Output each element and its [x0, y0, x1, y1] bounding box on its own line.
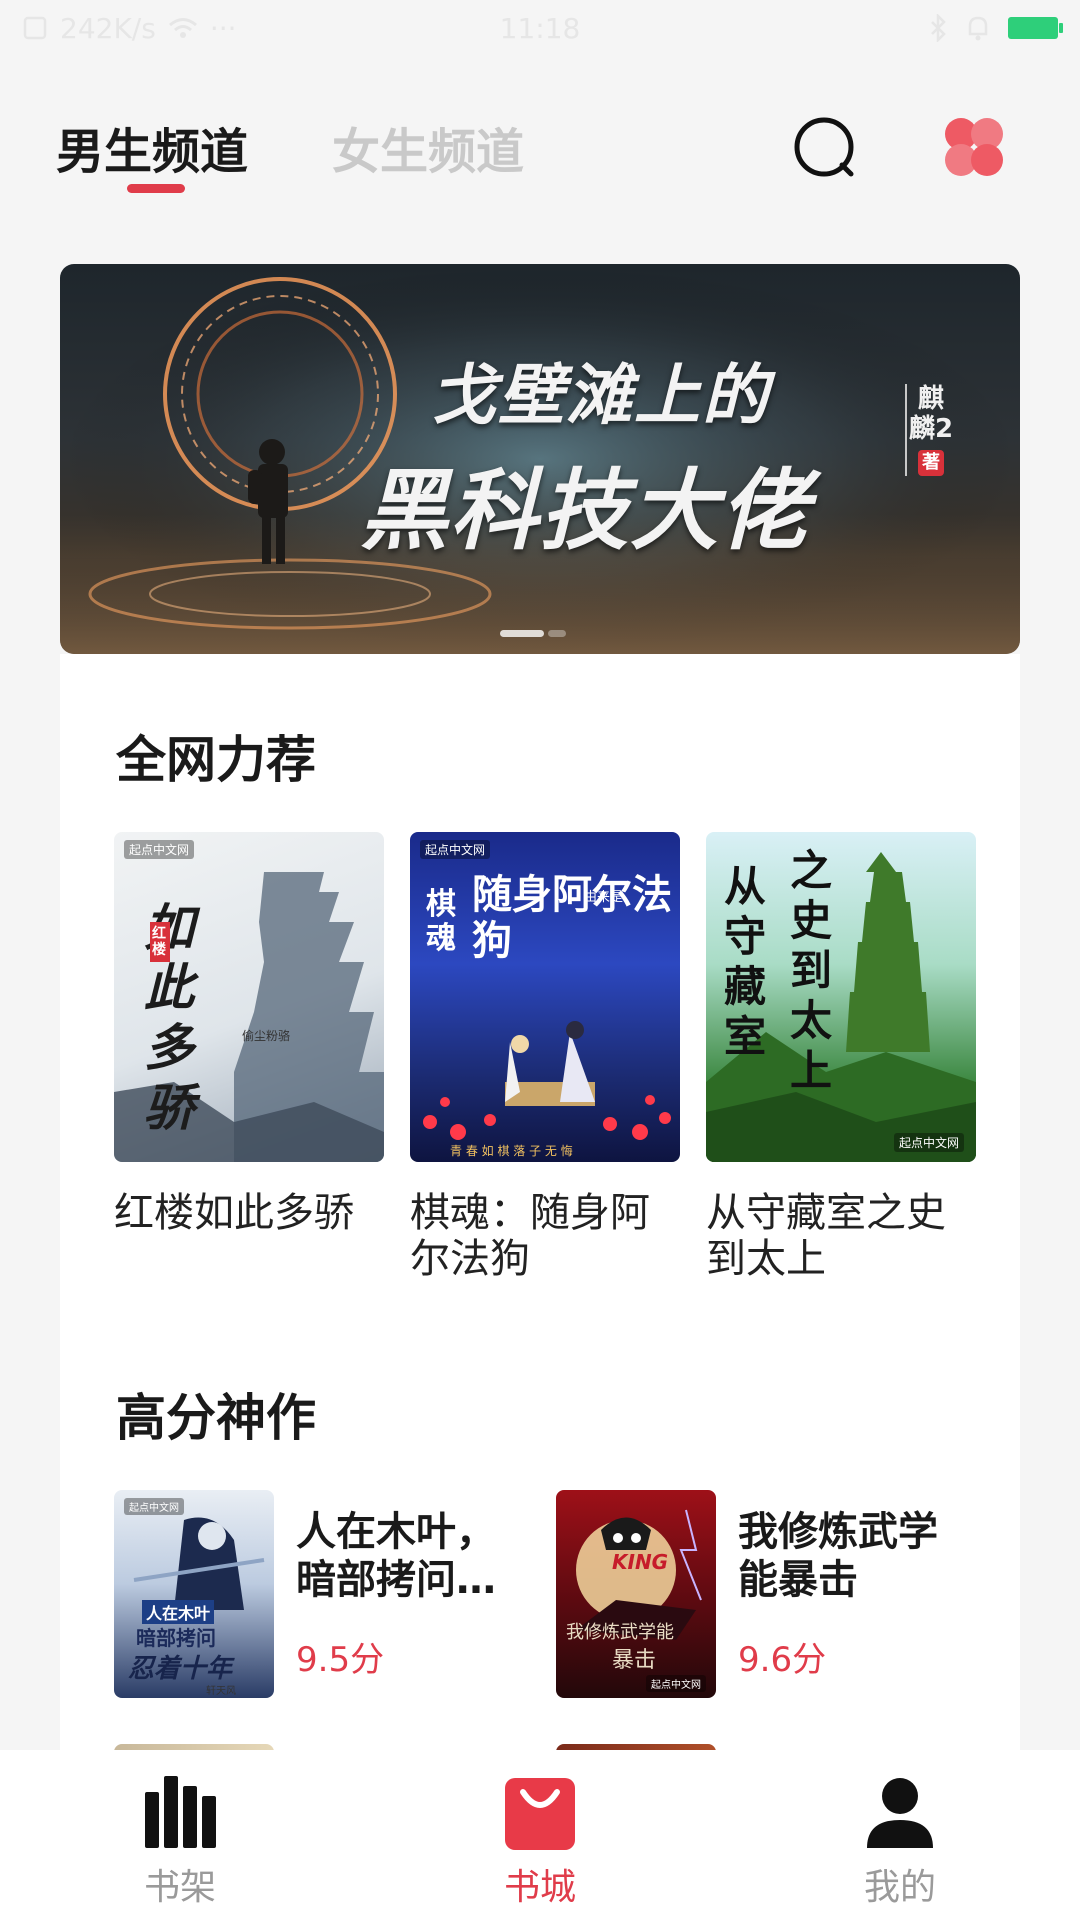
- cover-title-part1: 从守藏室: [724, 862, 767, 1061]
- banner-dot-active[interactable]: [500, 630, 544, 637]
- category-menu-icon[interactable]: [941, 114, 1007, 180]
- book-score: 9.6分: [738, 1640, 827, 1680]
- banner-title-line2: 黑科技大佬: [360, 459, 811, 562]
- banner-title-line1: 戈壁滩上的: [430, 357, 770, 434]
- cover-title-part2: 之史到太上: [790, 846, 833, 1095]
- book-cover[interactable]: 起点中文网 随身阿尔法狗 棋魂 由来是 青 春 如 棋 落 子 无 悔: [410, 832, 680, 1162]
- app-root: 242K/s ··· 11:18 男生频道 女生频道 戈壁滩上的 黑科技大佬 麒…: [0, 0, 1080, 1920]
- search-icon[interactable]: [791, 114, 857, 180]
- book-cover[interactable]: 起点中文网 如此多骄 红楼 偷尘粉骆: [114, 832, 384, 1162]
- nav-label: 书架: [143, 1867, 216, 1908]
- promo-banner[interactable]: 戈壁滩上的 黑科技大佬 麒麟2 著: [60, 264, 1020, 654]
- high-score-book-item[interactable]: KING 我修炼武学能 暴击 起点中文网 我修炼武学能暴击 9.6分: [556, 1490, 976, 1700]
- book-title[interactable]: 人在木叶，暗部拷问…: [296, 1508, 526, 1604]
- banner-pagination: [500, 630, 566, 637]
- publisher-badge: 起点中文网: [124, 1498, 184, 1515]
- cover-line3: 暴击: [612, 1648, 657, 1673]
- tab-female-channel[interactable]: 女生频道: [332, 112, 524, 182]
- cover-author: 偷尘粉骆: [242, 1029, 291, 1043]
- recommend-book-item[interactable]: 起点中文网 随身阿尔法狗 棋魂 由来是 青 春 如 棋 落 子 无 悔 棋魂：随…: [410, 832, 680, 1282]
- cover-line1: KING: [612, 1550, 669, 1574]
- bluetooth-icon: [931, 14, 946, 42]
- channel-header: 男生频道 女生频道: [0, 100, 1080, 210]
- high-score-book-item[interactable]: 起点中文网 人在木叶 暗部拷问 忍着十年 轩天风 人在木叶，暗部拷问… 9.5分: [114, 1490, 534, 1700]
- book-title[interactable]: 从守藏室之史到太上: [706, 1190, 976, 1282]
- banner-author-name: 麒麟2: [908, 384, 954, 444]
- status-left: 242K/s ···: [22, 12, 237, 45]
- bottom-navigation: 书架 书城 我的: [0, 1750, 1080, 1920]
- status-more-dots: ···: [209, 11, 237, 45]
- recommend-book-item[interactable]: 起点中文网 如此多骄 红楼 偷尘粉骆 红楼如此多骄: [114, 832, 384, 1236]
- book-cover[interactable]: 起点中文网 人在木叶 暗部拷问 忍着十年 轩天风: [114, 1490, 274, 1698]
- battery-icon: [1008, 17, 1063, 39]
- book-cover[interactable]: 起点中文网 从守藏室 之史到太上: [706, 832, 976, 1162]
- tab-male-channel[interactable]: 男生频道: [56, 112, 248, 182]
- cover-author: 由来是: [584, 890, 624, 905]
- book-cover[interactable]: KING 我修炼武学能 暴击 起点中文网: [556, 1490, 716, 1698]
- bell-icon: [968, 16, 988, 41]
- book-title[interactable]: 棋魂：随身阿尔法狗: [410, 1190, 680, 1282]
- notification-icon: [23, 16, 47, 40]
- banner-title: 戈壁滩上的 黑科技大佬: [360, 342, 920, 567]
- recommend-book-item[interactable]: 起点中文网 从守藏室 之史到太上 从守藏室之史到太上: [706, 832, 976, 1282]
- user-icon: [867, 1778, 933, 1848]
- status-right: [928, 14, 1063, 42]
- section-title-recommend: 全网力荐: [116, 731, 316, 789]
- publisher-badge: 起点中文网: [420, 840, 491, 859]
- section-title-high-score: 高分神作: [116, 1389, 316, 1447]
- nav-label: 书城: [503, 1867, 576, 1908]
- cover-line2: 我修炼武学能: [566, 1622, 674, 1643]
- publisher-badge: 起点中文网: [893, 1133, 964, 1152]
- cover-tag: 红楼: [150, 922, 170, 962]
- publisher-badge: 起点中文网: [124, 840, 195, 859]
- nav-mine[interactable]: 我的: [720, 1750, 1080, 1920]
- banner-author-seal: 著: [918, 450, 944, 476]
- cover-title: 随身阿尔法狗: [472, 872, 672, 964]
- banner-author: 麒麟2 著: [905, 384, 955, 476]
- content-card: 全网力荐 起点中文网 如此多骄 红楼 偷尘粉骆 红楼如此多骄: [60, 654, 1020, 1764]
- banner-dot[interactable]: [548, 630, 566, 637]
- bookshelf-icon: [145, 1776, 216, 1848]
- book-title[interactable]: 红楼如此多骄: [114, 1190, 384, 1236]
- cover-line2: 暗部拷问: [136, 1626, 216, 1650]
- book-score: 9.5分: [296, 1640, 385, 1680]
- status-bar: 242K/s ··· 11:18: [0, 0, 1080, 56]
- cover-author: 轩天风: [206, 1686, 236, 1697]
- publisher-badge: 起点中文网: [646, 1675, 706, 1692]
- nav-bookshelf[interactable]: 书架: [0, 1750, 360, 1920]
- nav-label: 我的: [863, 1867, 936, 1908]
- cover-tag: 棋魂: [426, 887, 456, 956]
- nav-bookstore[interactable]: 书城: [360, 1750, 720, 1920]
- cover-footer: 青 春 如 棋 落 子 无 悔: [450, 1144, 573, 1158]
- active-tab-indicator: [127, 184, 185, 193]
- book-title[interactable]: 我修炼武学能暴击: [738, 1508, 968, 1604]
- net-speed: 242K/s: [60, 11, 156, 45]
- cover-line1: 人在木叶: [142, 1600, 215, 1624]
- wifi-icon: [168, 18, 197, 38]
- bookstore-bag-icon: [505, 1778, 575, 1850]
- cover-line3: 忍着十年: [128, 1654, 233, 1684]
